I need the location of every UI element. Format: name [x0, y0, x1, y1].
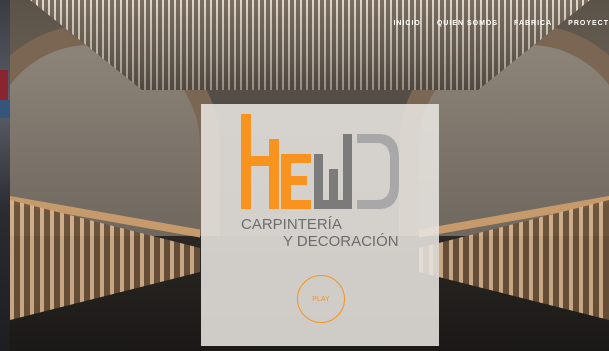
tagline-line-1: CARPINTERÍA — [241, 216, 342, 233]
nav-item-proyectos[interactable]: PROYECT — [568, 20, 609, 27]
play-button[interactable]: PLAY — [297, 275, 345, 323]
brand-tagline: CARPINTERÍA Y DECORACIÓN — [241, 216, 399, 250]
main-nav: INICIO QUIEN SOMOS FABRICA PROYECT — [393, 20, 609, 27]
hero-panel: CARPINTERÍA Y DECORACIÓN PLAY — [201, 104, 439, 346]
play-label: PLAY — [312, 295, 330, 303]
previous-slide-detail — [0, 100, 10, 118]
previous-slide-detail — [0, 70, 8, 100]
hewd-logo-mark — [241, 114, 399, 209]
nav-item-fabrica[interactable]: FABRICA — [514, 20, 552, 27]
hewd-logo — [241, 114, 401, 214]
nav-item-inicio[interactable]: INICIO — [393, 20, 420, 27]
tagline-line-2: Y DECORACIÓN — [283, 233, 399, 250]
nav-item-quien-somos[interactable]: QUIEN SOMOS — [437, 20, 498, 27]
